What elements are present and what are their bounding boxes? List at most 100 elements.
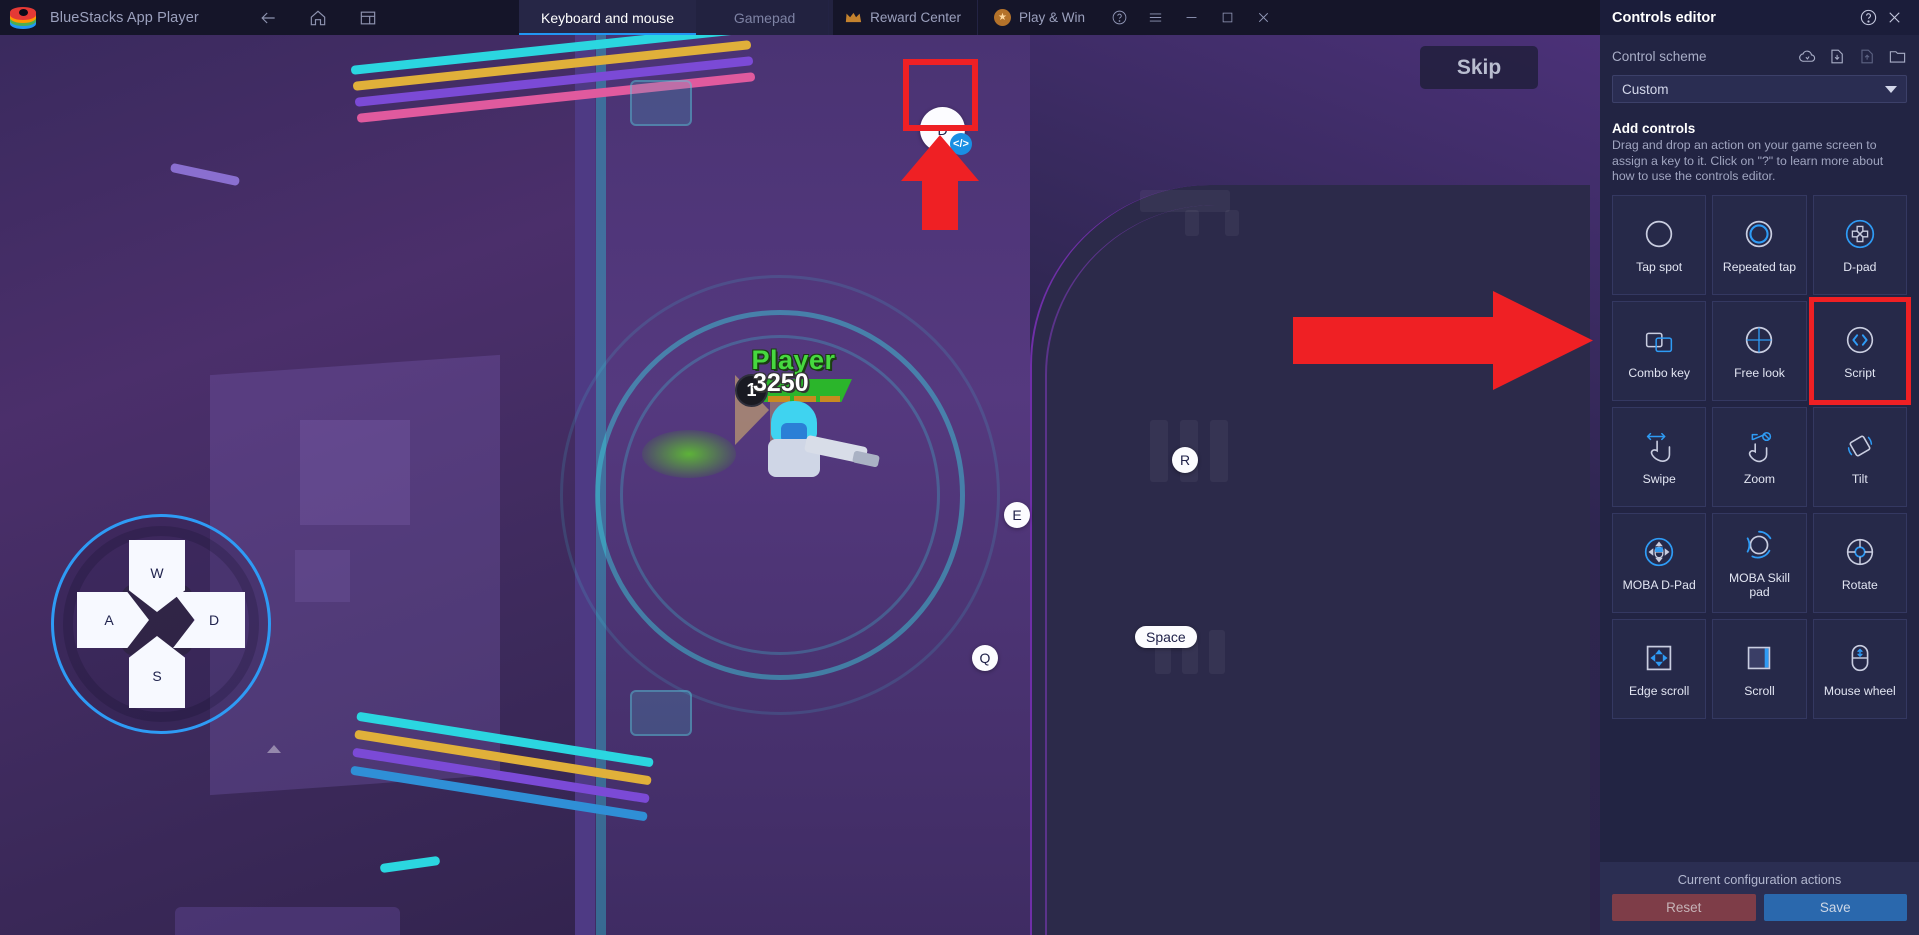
close-icon[interactable] (1245, 0, 1281, 35)
annotation-box-d-marker (903, 59, 978, 131)
control-scheme-label: Control scheme (1612, 49, 1707, 64)
control-scheme-row: Control scheme (1612, 47, 1907, 66)
help-icon[interactable] (1101, 0, 1137, 35)
windows-icon[interactable] (357, 7, 379, 29)
control-tile-rotate[interactable]: Rotate (1812, 512, 1907, 613)
control-tile-moba-dpad[interactable]: MOBA D-Pad (1612, 512, 1707, 613)
control-tile-mouse-wheel[interactable]: Mouse wheel (1812, 618, 1907, 719)
player-shadow (642, 430, 736, 478)
footer-label: Current configuration actions (1677, 872, 1842, 887)
rotate-icon (1841, 533, 1879, 571)
controls-grid: Tap spot Repeated tap D-pad Combo key Fr… (1612, 194, 1912, 719)
dpad-key-label: S (152, 668, 162, 684)
window-controls (1101, 0, 1281, 35)
control-tile-label: Edge scroll (1629, 684, 1690, 698)
import-icon[interactable] (1828, 47, 1847, 66)
key-marker-q[interactable]: Q (972, 645, 998, 671)
control-tile-free-look[interactable]: Free look (1712, 300, 1807, 401)
panel-body: Control scheme Custom Add controls Drag … (1600, 35, 1919, 862)
tab-gamepad[interactable]: Gamepad (696, 0, 833, 35)
control-tile-scroll[interactable]: Scroll (1712, 618, 1807, 719)
bluestacks-window: Player 1 3250 Skip D </> R E Q Space W A… (0, 0, 1919, 935)
play-and-win-button[interactable]: ★ Play & Win (976, 0, 1101, 35)
crown-icon (845, 11, 862, 24)
play-and-win-label: Play & Win (1018, 10, 1085, 25)
nav-buttons (257, 7, 379, 29)
control-tile-tilt[interactable]: Tilt (1812, 406, 1907, 507)
swipe-icon (1640, 427, 1678, 465)
control-scheme-icons (1798, 47, 1907, 66)
control-tile-d-pad[interactable]: D-pad (1812, 194, 1907, 295)
scroll-icon (1740, 639, 1778, 677)
game-viewport[interactable]: Player 1 3250 Skip D </> R E Q Space W A… (0, 35, 1600, 935)
minimize-icon[interactable] (1173, 0, 1209, 35)
header-tools: Reward Center ★ Play & Win (828, 0, 1281, 35)
zoom-icon (1740, 427, 1778, 465)
maximize-icon[interactable] (1209, 0, 1245, 35)
control-tile-combo-key[interactable]: Combo key (1612, 300, 1707, 401)
tilt-icon (1841, 427, 1879, 465)
reset-button[interactable]: Reset (1612, 894, 1756, 921)
combo-key-icon (1640, 321, 1678, 359)
dpad-key-label: A (104, 612, 114, 628)
cloud-sync-icon[interactable] (1798, 47, 1817, 66)
control-scheme-select[interactable]: Custom (1612, 75, 1907, 103)
mouse-wheel-icon (1841, 639, 1879, 677)
export-icon[interactable] (1858, 47, 1877, 66)
chevron-down-icon (1885, 85, 1897, 93)
edge-scroll-icon (1640, 639, 1678, 677)
control-tile-label: Tap spot (1636, 260, 1683, 274)
control-tile-moba-skill-pad[interactable]: MOBA Skill pad (1712, 512, 1807, 613)
repeated-tap-icon (1740, 215, 1778, 253)
key-marker-label: Q (979, 650, 991, 666)
control-tile-edge-scroll[interactable]: Edge scroll (1612, 618, 1707, 719)
input-mode-tabs: Keyboard and mouse Gamepad (519, 0, 834, 35)
key-marker-label: R (1179, 452, 1191, 468)
control-scheme-value: Custom (1622, 81, 1669, 97)
controls-editor-panel: Controls editor Control scheme Custom Ad… (1600, 0, 1919, 935)
control-tile-label: Script (1844, 366, 1876, 380)
d-pad-icon (1841, 215, 1879, 253)
free-look-icon (1740, 321, 1778, 359)
wasd-dpad-overlay[interactable]: W A D S (51, 514, 271, 734)
dpad-key-label: W (150, 565, 164, 581)
key-marker-space[interactable]: Space (1135, 626, 1197, 648)
home-icon[interactable] (307, 7, 329, 29)
star-icon: ★ (993, 9, 1011, 26)
control-tile-label: Tilt (1851, 472, 1868, 486)
player-entity: Player 1 3250 (735, 345, 880, 477)
control-tile-label: Rotate (1841, 578, 1878, 592)
control-tile-label: Free look (1734, 366, 1785, 380)
add-controls-description: Drag and drop an action on your game scr… (1612, 138, 1884, 183)
control-tile-label: Mouse wheel (1823, 684, 1896, 698)
panel-title: Controls editor (1612, 9, 1716, 26)
dpad-key-label: D (208, 612, 220, 628)
reward-center-label: Reward Center (870, 10, 961, 25)
control-tile-repeated-tap[interactable]: Repeated tap (1712, 194, 1807, 295)
game-background (0, 35, 1600, 935)
control-tile-zoom[interactable]: Zoom (1712, 406, 1807, 507)
tab-keyboard-and-mouse[interactable]: Keyboard and mouse (519, 0, 697, 35)
key-marker-r[interactable]: R (1172, 447, 1198, 473)
control-tile-label: MOBA D-Pad (1622, 578, 1696, 592)
key-marker-e[interactable]: E (1004, 502, 1030, 528)
skip-button[interactable]: Skip (1420, 46, 1538, 89)
arrow-left-icon[interactable] (257, 7, 279, 29)
menu-icon[interactable] (1137, 0, 1173, 35)
control-tile-swipe[interactable]: Swipe (1612, 406, 1707, 507)
moba-skill-pad-icon (1740, 526, 1778, 564)
control-tile-tap-spot[interactable]: Tap spot (1612, 194, 1707, 295)
control-tile-label: Combo key (1628, 366, 1690, 380)
bluestacks-logo-icon (10, 6, 36, 29)
control-tile-script[interactable]: Script (1808, 296, 1912, 405)
control-tile-label: Swipe (1642, 472, 1676, 486)
panel-header: Controls editor (1600, 0, 1919, 35)
add-controls-title: Add controls (1612, 121, 1696, 136)
app-title: BlueStacks App Player (50, 9, 199, 26)
control-tile-label: Zoom (1743, 472, 1776, 486)
close-icon[interactable] (1881, 5, 1907, 31)
reward-center-button[interactable]: Reward Center (828, 0, 977, 35)
folder-icon[interactable] (1888, 47, 1907, 66)
save-button[interactable]: Save (1763, 894, 1907, 921)
help-circle-icon[interactable] (1855, 5, 1881, 31)
